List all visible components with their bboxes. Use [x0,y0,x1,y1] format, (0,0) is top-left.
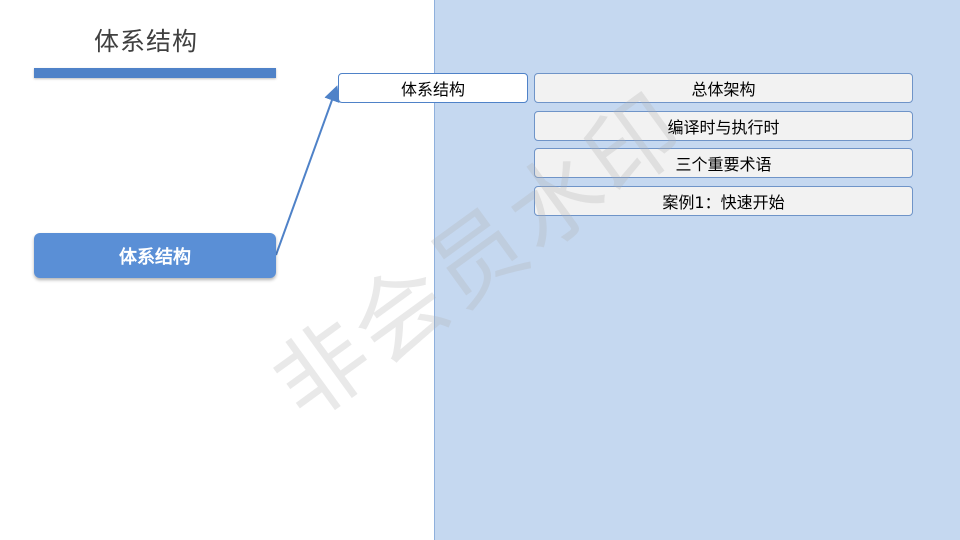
topic-list: 总体架构 编译时与执行时 三个重要术语 案例1：快速开始 [534,73,913,223]
title-underline-bar [34,68,276,78]
sub-node-label: 体系结构 [400,80,465,99]
topic-item-compile-and-runtime[interactable]: 编译时与执行时 [534,110,913,141]
main-node-architecture[interactable]: 体系结构 [34,233,276,278]
topic-item-quick-start-case[interactable]: 案例1：快速开始 [534,185,913,216]
topic-item-overall-architecture[interactable]: 总体架构 [534,73,913,103]
topic-item-label: 编译时与执行时 [667,117,780,137]
slide-title: 体系结构 [94,27,199,56]
topic-item-label: 总体架构 [691,80,756,99]
topic-item-three-key-terms[interactable]: 三个重要术语 [534,148,913,178]
topic-item-label: 三个重要术语 [675,155,772,174]
main-node-label: 体系结构 [119,246,191,268]
topic-item-label: 案例1：快速开始 [662,192,785,212]
sub-node-architecture[interactable]: 体系结构 [338,73,528,103]
